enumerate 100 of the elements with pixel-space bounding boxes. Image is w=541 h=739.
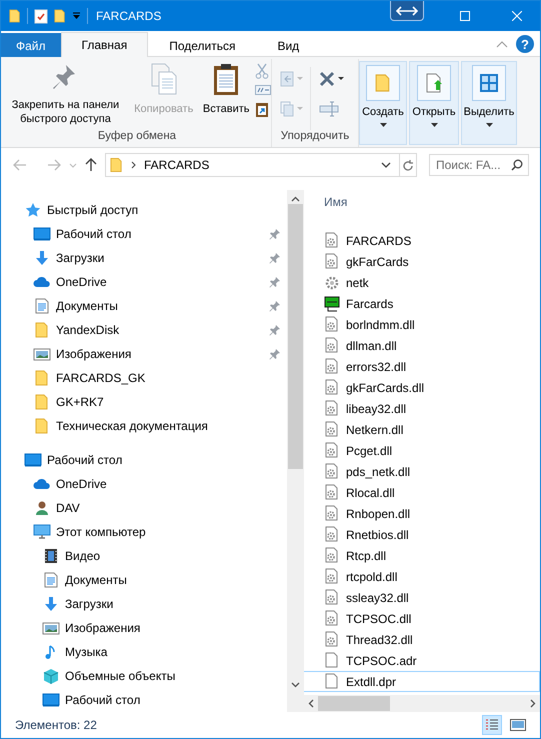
file-item[interactable]: Netkern.dll — [304, 419, 540, 440]
film-icon — [42, 548, 60, 564]
file-item[interactable]: TCPSOC.dll — [304, 608, 540, 629]
caret-icon — [486, 123, 492, 127]
group-label: Упорядочить — [280, 130, 350, 144]
ribbon-tab[interactable]: Поделиться — [148, 33, 256, 57]
properties-icon[interactable] — [34, 8, 48, 24]
nav-item[interactable]: Рабочий стол — [1, 222, 287, 246]
scroll-right-icon[interactable] — [530, 699, 536, 708]
nav-item[interactable]: Объемные объекты — [1, 664, 287, 688]
scroll-down-icon[interactable] — [291, 682, 300, 688]
file-item[interactable]: Farcards — [304, 293, 540, 314]
gear-document-icon — [324, 526, 340, 543]
file-item[interactable]: gkFarCards — [304, 251, 540, 272]
large-icons-view-icon — [510, 719, 526, 731]
chevron-right-icon — [131, 161, 136, 169]
new-folder-icon — [54, 8, 66, 24]
ribbon-button[interactable]: Закрепить на панели быстрого доступа — [3, 59, 128, 130]
nav-item[interactable]: DAV — [1, 496, 287, 520]
help-button[interactable]: ? — [516, 35, 534, 53]
horizontal-scrollbar[interactable] — [304, 695, 540, 712]
file-item[interactable]: Rnetbios.dll — [304, 524, 540, 545]
file-item[interactable]: ssleay32.dll — [304, 587, 540, 608]
nav-item[interactable]: FARCARDS_GK — [1, 366, 287, 390]
file-item[interactable]: errors32.dll — [304, 356, 540, 377]
chevron-down-icon[interactable] — [381, 162, 391, 168]
file-item[interactable]: Rtcp.dll — [304, 545, 540, 566]
collapse-ribbon-icon[interactable] — [496, 41, 508, 48]
nav-item[interactable]: Изображения — [1, 342, 287, 366]
scroll-up-icon[interactable] — [291, 196, 300, 202]
nav-item[interactable]: YandexDisk — [1, 318, 287, 342]
delete-icon[interactable] — [319, 71, 345, 87]
nav-item[interactable]: Рабочий стол — [1, 688, 287, 712]
nav-item[interactable]: Документы — [1, 294, 287, 318]
nav-item[interactable]: GK+RK7 — [1, 390, 287, 414]
nav-item[interactable]: Этот компьютер — [1, 520, 287, 544]
resize-handle[interactable] — [390, 1, 424, 21]
ribbon-button[interactable]: Выделить — [461, 61, 517, 145]
file-item[interactable]: gkFarCards.dll — [304, 377, 540, 398]
search-field[interactable]: Поиск: FA... — [429, 154, 529, 176]
window-title: FARCARDS — [96, 9, 162, 23]
file-item[interactable]: Thread32.dll — [304, 629, 540, 650]
file-item[interactable]: netk — [304, 272, 540, 293]
nav-item[interactable]: Загрузки — [1, 592, 287, 616]
rename-icon[interactable] — [319, 101, 339, 117]
dropdown-icon[interactable] — [72, 12, 81, 20]
gear-document-icon — [324, 337, 340, 354]
nav-item[interactable]: Изображения — [1, 616, 287, 640]
person-icon — [33, 500, 51, 516]
nav-item[interactable]: Техническая документация — [1, 414, 287, 438]
ribbon-button[interactable]: Вставить — [199, 59, 253, 130]
ribbon-tab[interactable]: Файл — [1, 33, 61, 57]
column-header[interactable]: Имя — [304, 190, 540, 214]
pin-icon — [269, 300, 281, 312]
paste-shortcut-icon[interactable] — [255, 101, 269, 117]
open-icon — [426, 73, 442, 93]
blank-document-icon — [324, 652, 340, 669]
scroll-left-icon[interactable] — [308, 699, 314, 708]
caret-icon — [430, 123, 438, 127]
vertical-scrollbar[interactable] — [287, 190, 304, 712]
ribbon-button[interactable]: Создать — [359, 61, 407, 145]
gear-document-icon — [324, 358, 340, 375]
copy-path-icon[interactable] — [255, 85, 271, 95]
nav-item[interactable]: Видео — [1, 544, 287, 568]
gear-document-icon — [324, 253, 340, 270]
file-item[interactable]: TCPSOC.adr — [304, 650, 540, 671]
file-item[interactable]: Extdll.dpr — [304, 671, 540, 692]
file-item[interactable]: pds_netk.dll — [304, 461, 540, 482]
file-item[interactable]: borlndmm.dll — [304, 314, 540, 335]
nav-item[interactable]: Документы — [1, 568, 287, 592]
ribbon-button[interactable]: Открыть — [409, 61, 459, 145]
ribbon-tab[interactable]: Главная — [60, 32, 148, 57]
file-item[interactable]: Rnbopen.dll — [304, 503, 540, 524]
file-item[interactable]: FARCARDS — [304, 230, 540, 251]
file-item[interactable]: Rlocal.dll — [304, 482, 540, 503]
nav-item[interactable]: OneDrive — [1, 270, 287, 294]
nav-item[interactable]: Музыка — [1, 640, 287, 664]
file-item[interactable]: rtcpold.dll — [304, 566, 540, 587]
folder-icon — [110, 157, 123, 173]
folder-icon — [375, 73, 391, 93]
refresh-icon[interactable] — [402, 158, 414, 172]
file-item[interactable]: Pcget.dll — [304, 440, 540, 461]
details-view-icon — [485, 719, 499, 731]
ribbon-tab[interactable]: Вид — [256, 33, 320, 57]
nav-item[interactable]: OneDrive — [1, 472, 287, 496]
nav-item[interactable]: Быстрый доступ — [1, 198, 287, 222]
pin-icon — [269, 252, 281, 264]
gear-document-icon — [324, 316, 340, 333]
file-item[interactable]: dllman.dll — [304, 335, 540, 356]
pin-icon — [269, 276, 281, 288]
file-item[interactable]: libeay32.dll — [304, 398, 540, 419]
address-bar[interactable]: FARCARDS — [105, 153, 417, 177]
nav-item[interactable]: Рабочий стол — [1, 448, 287, 472]
nav-item[interactable]: Загрузки — [1, 246, 287, 270]
view-button[interactable] — [482, 715, 502, 735]
blank-document-icon — [324, 673, 340, 690]
gear-document-icon — [324, 505, 340, 522]
up-arrow-icon[interactable] — [85, 158, 97, 172]
gear-document-icon — [324, 610, 340, 627]
caret-icon — [380, 123, 386, 127]
